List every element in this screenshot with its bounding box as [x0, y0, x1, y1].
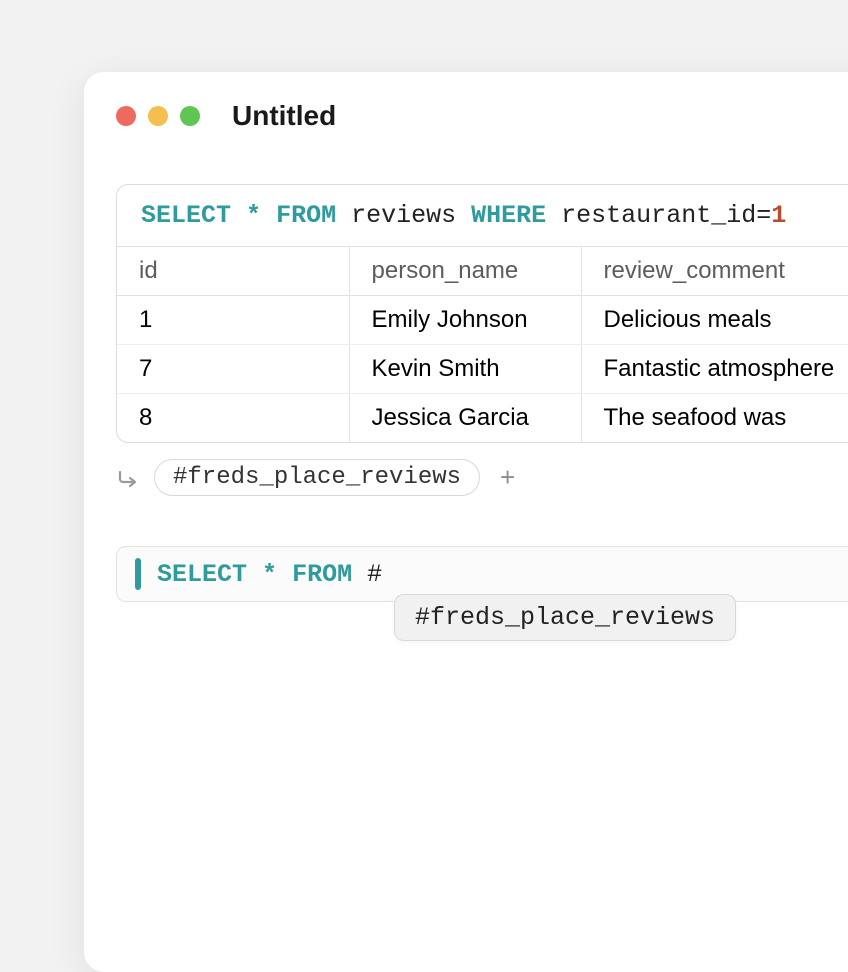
- close-icon[interactable]: [116, 106, 136, 126]
- cell-person-name: Kevin Smith: [349, 345, 581, 394]
- window-title: Untitled: [232, 100, 336, 132]
- col-header-review-comment[interactable]: review_comment: [581, 247, 848, 296]
- table-row[interactable]: 1 Emily Johnson Delicious meals: [117, 296, 848, 345]
- cell-review-comment: Fantastic atmosphere: [581, 345, 848, 394]
- filter-column: restaurant_id: [561, 201, 756, 230]
- cell-id: 1: [117, 296, 349, 345]
- cell-review-comment: The seafood was: [581, 394, 848, 443]
- minimize-icon[interactable]: [148, 106, 168, 126]
- col-header-person-name[interactable]: person_name: [349, 247, 581, 296]
- star-operator: *: [262, 560, 277, 589]
- indent-arrow-icon: [116, 466, 140, 490]
- sql-query-1[interactable]: SELECT * FROM reviews WHERE restaurant_i…: [117, 185, 848, 247]
- keyword-where: WHERE: [471, 201, 546, 230]
- table-name: reviews: [351, 201, 456, 230]
- table-row[interactable]: 8 Jessica Garcia The seafood was: [117, 394, 848, 443]
- filter-value: 1: [771, 201, 786, 230]
- sql-query-2: SELECT * FROM #: [157, 560, 382, 589]
- star-operator: *: [246, 201, 261, 230]
- cell-id: 8: [117, 394, 349, 443]
- table-row[interactable]: 7 Kevin Smith Fantastic atmosphere: [117, 345, 848, 394]
- cell-person-name: Jessica Garcia: [349, 394, 581, 443]
- table-header-row: id person_name review_comment: [117, 247, 848, 296]
- eq-operator: =: [756, 201, 771, 230]
- cell-id: 7: [117, 345, 349, 394]
- add-chip-button[interactable]: +: [494, 462, 521, 493]
- result-meta-row: #freds_place_reviews + 13 rows1.: [116, 457, 848, 498]
- cursor-icon: [135, 558, 141, 590]
- query-result-card: SELECT * FROM reviews WHERE restaurant_i…: [116, 184, 848, 443]
- cell-person-name: Emily Johnson: [349, 296, 581, 345]
- keyword-select: SELECT: [141, 201, 231, 230]
- content: SELECT * FROM reviews WHERE restaurant_i…: [84, 184, 848, 602]
- results-table: id person_name review_comment 1 Emily Jo…: [117, 247, 848, 442]
- col-header-id[interactable]: id: [117, 247, 349, 296]
- cell-review-comment: Delicious meals: [581, 296, 848, 345]
- autocomplete-popover[interactable]: #freds_place_reviews: [394, 594, 736, 641]
- maximize-icon[interactable]: [180, 106, 200, 126]
- keyword-select: SELECT: [157, 560, 247, 589]
- keyword-from: FROM: [292, 560, 352, 589]
- hash-token: #: [367, 560, 382, 589]
- named-result-chip[interactable]: #freds_place_reviews: [154, 459, 480, 496]
- app-window: Untitled SELECT * FROM reviews WHERE res…: [84, 72, 848, 972]
- titlebar: Untitled: [84, 100, 848, 132]
- keyword-from: FROM: [276, 201, 336, 230]
- traffic-lights: [116, 106, 200, 126]
